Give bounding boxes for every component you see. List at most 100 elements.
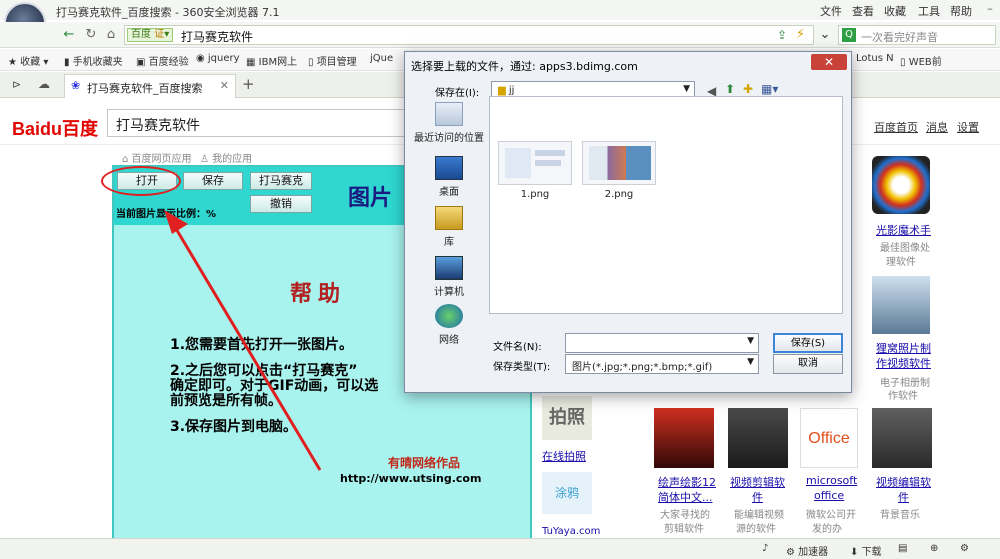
menu-view[interactable]: 查看 [852,3,874,19]
url-site-tag: 百度 证▾ [127,28,174,42]
file-thumbnail-1 [498,141,572,185]
item-title-4[interactable]: 绘声绘影12 [658,474,716,490]
item-desc-6a: 微软公司开 [806,510,856,521]
filename-input[interactable]: ▼ [565,333,759,353]
item-title-2[interactable]: 在线拍照 [542,448,586,464]
item-title-3[interactable]: TuYaya.com [542,526,600,537]
menu-tools[interactable]: 工具 [918,3,940,19]
bookmark-ibm[interactable]: ▦ IBM网上 [246,53,297,68]
item-desc-7a: 背景音乐 [880,510,920,521]
item-thumb-5[interactable] [728,408,788,468]
item-title-6[interactable]: microsoft [806,474,857,487]
lightning-icon[interactable]: ⚡ [796,27,805,42]
item-title-6b[interactable]: office [814,489,844,502]
link-messages[interactable]: 消息 [926,119,948,135]
save-button[interactable]: 保存 [183,172,243,190]
bookmark-mobile[interactable]: ▮ 手机收藏夹 [64,53,123,68]
search-engine-icon[interactable]: Q [842,28,856,42]
link-settings[interactable]: 设置 [957,119,979,135]
item-title-5b[interactable]: 件 [752,489,763,505]
item-desc-6b: 发的办 [812,524,842,535]
place-recent[interactable]: 最近访问的位置 [411,102,487,144]
item-thumb-1[interactable] [872,276,930,334]
search-box[interactable]: Q 一次看完好声音 [838,25,996,45]
sidebar-toggle-icon[interactable]: ⊳ [12,78,21,91]
share-icon[interactable]: ⇪ [777,28,787,42]
tab-baidu-search[interactable]: ❀ 打马赛克软件_百度搜索 ✕ [64,74,236,98]
item-title-1[interactable]: 狸窝照片制 [876,340,931,356]
home-icon[interactable]: ⌂ [102,26,120,44]
app-website[interactable]: http://www.utsing.com [340,472,481,485]
up-folder-icon[interactable]: ⬆ [725,82,735,96]
menu-favorites[interactable]: 收藏 [884,3,906,19]
recent-places-icon [435,102,463,126]
view-menu-icon[interactable]: ▦▾ [761,82,778,96]
status-bar: ♪ ⚙ 加速器 ⬇ 下载 ▤ ⊕ ⚙ [0,538,1000,559]
bookmark-baidu-jingyan[interactable]: ▣ 百度经验 [136,53,189,68]
status-zoom-icon[interactable]: ⊕ [930,543,938,554]
chevron-down-icon: ▼ [747,336,754,346]
status-accelerator[interactable]: ⚙ 加速器 [786,543,828,558]
item-title-7[interactable]: 视频编辑软 [876,474,931,490]
bookmark-jquery[interactable]: ◉ jquery [196,53,240,64]
dialog-close-button[interactable]: ✕ [811,54,847,70]
item-thumb-0[interactable] [872,156,930,214]
item-desc-0a: 最佳图像处 [880,243,930,254]
places-bar: 最近访问的位置 桌面 库 计算机 网络 [411,96,487,386]
item-title-0[interactable]: 光影魔术手 [876,222,931,238]
bookmark-web[interactable]: ▯ WEB前 [900,53,942,68]
status-extension-icon[interactable]: ▤ [898,543,907,554]
link-baidu-home[interactable]: 百度首页 [874,119,918,135]
item-thumb-7[interactable] [872,408,932,468]
file-item-2[interactable]: 2.png [582,141,656,200]
menu-help[interactable]: 帮助 [950,3,972,19]
status-settings-icon[interactable]: ⚙ [960,543,969,554]
place-computer[interactable]: 计算机 [411,256,487,298]
baidu-logo[interactable]: Baidu百度 [12,115,98,141]
item-title-5[interactable]: 视频剪辑软 [730,474,785,490]
bookmark-project[interactable]: ▯ 项目管理 [308,53,357,68]
cloud-icon[interactable]: ☁ [38,77,50,91]
item-title-7b[interactable]: 件 [898,489,909,505]
dropdown-icon[interactable]: ⌄ [816,26,834,44]
item-thumb-3[interactable]: 涂鸦 [542,472,592,514]
crumb-web-apps[interactable]: ⌂ 百度网页应用 [122,150,192,165]
item-thumb-2[interactable]: 拍照 [542,396,592,440]
filetype-select[interactable]: 图片(*.jpg;*.png;*.bmp;*.gif) ▼ [565,354,759,374]
bookmark-favorites[interactable]: ★ 收藏 ▾ [8,53,48,68]
chevron-down-icon: ▼ [747,357,754,367]
app-author: 有晴网络作品 [388,456,461,470]
file-thumbnail-2 [582,141,656,185]
minimize-icon[interactable]: – [982,2,998,16]
tab-close-icon[interactable]: ✕ [220,79,229,92]
item-desc-4a: 大家寻找的 [660,510,710,521]
address-bar: ← ↻ ⌂ 百度 证▾ 打马赛克软件 ⇪ ⚡ ⌄ Q 一次看完好声音 [0,22,1000,48]
crumb-my-apps[interactable]: ♙ 我的应用 [200,150,252,165]
bookmark-jque[interactable]: jQue [370,53,393,64]
new-folder-icon[interactable]: ✚ [743,82,753,96]
new-tab-button[interactable]: + [242,75,255,93]
mosaic-button[interactable]: 打马赛克 [250,172,312,190]
refresh-icon[interactable]: ↻ [82,26,100,44]
place-network[interactable]: 网络 [411,304,487,346]
back-icon[interactable]: ← [60,26,78,44]
item-desc-1b: 作软件 [888,391,918,402]
item-desc-5a: 能编辑视频 [734,510,784,521]
save-dialog-button[interactable]: 保存(S) [773,333,843,353]
url-field[interactable]: 百度 证▾ 打马赛克软件 ⇪ ⚡ [124,25,814,45]
place-desktop[interactable]: 桌面 [411,156,487,198]
status-speaker-icon[interactable]: ♪ [762,543,768,554]
folder-select-value: ▆ jj [498,85,515,96]
file-item-1[interactable]: 1.png [498,141,572,200]
item-thumb-4[interactable] [654,408,714,468]
status-download[interactable]: ⬇ 下载 [850,543,882,558]
menu-file[interactable]: 文件 [820,3,842,19]
item-thumb-6[interactable]: Office [800,408,858,468]
title-bar: 打马赛克软件_百度搜索 - 360安全浏览器 7.1 文件 查看 收藏 工具 帮… [0,0,1000,44]
bookmark-lotus[interactable]: Lotus N [856,53,894,64]
place-libraries[interactable]: 库 [411,206,487,248]
item-title-4b[interactable]: 简体中文... [658,489,713,505]
item-title-1b[interactable]: 作视频软件 [876,355,931,371]
baidu-paw-icon: ❀ [71,79,81,92]
cancel-dialog-button[interactable]: 取消 [773,354,843,374]
